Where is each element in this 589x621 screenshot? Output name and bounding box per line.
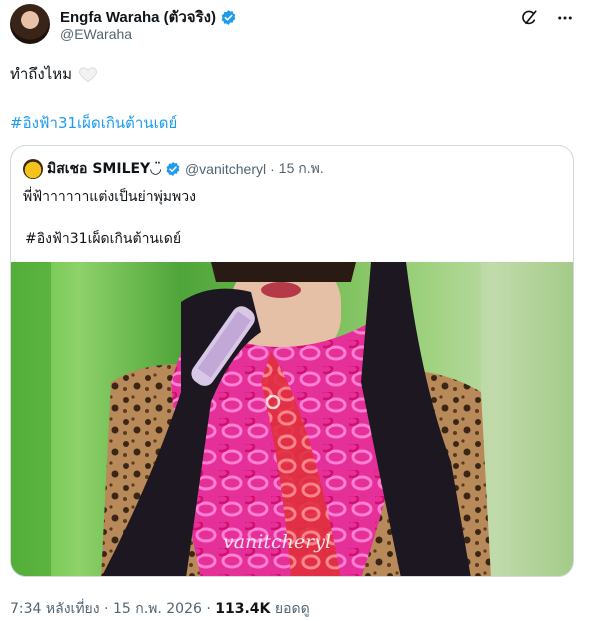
quoted-tweet-header: มิสเชอ SMILEY◡̈ @vanitcheryl · 15 ก.พ.	[23, 158, 324, 180]
verified-badge-icon	[166, 162, 180, 176]
tweet-text-content: ทำถึงไหม	[10, 65, 73, 83]
media-watermark: vanitcheryl	[223, 531, 331, 553]
footer-separator: ·	[206, 601, 211, 617]
author-handle[interactable]: @EWaraha	[60, 26, 132, 42]
quoted-author-avatar[interactable]	[23, 159, 43, 179]
quoted-date[interactable]: 15 ก.พ.	[279, 158, 324, 180]
quoted-media-image[interactable]: vanitcheryl	[11, 262, 573, 577]
grok-icon[interactable]	[519, 8, 539, 28]
more-icon[interactable]	[555, 8, 575, 28]
tweet-hashtag-link[interactable]: #อิงฟ้า31เผ็ดเกินต้านเดย์	[10, 111, 177, 135]
tweet-time[interactable]: 7:34 หลังเที่ยง	[10, 601, 100, 617]
tweet-meta-footer: 7:34 หลังเที่ยง · 15 ก.พ. 2026 · 113.4K …	[10, 598, 310, 620]
quoted-author-handle[interactable]: @vanitcheryl	[185, 161, 266, 177]
quoted-tweet-hashtag[interactable]: #อิงฟ้า31เผ็ดเกินต้านเดย์	[25, 228, 181, 250]
white-heart-icon	[79, 67, 97, 82]
view-count: 113.4K	[215, 601, 271, 617]
view-count-label: ยอดดู	[274, 601, 310, 617]
quoted-tweet-text: พี่ฟ้าาาาาาแต่งเป็นย่าพุ่มพวง	[23, 189, 196, 205]
quoted-separator: ·	[270, 161, 275, 177]
verified-badge-icon	[221, 9, 236, 25]
tweet-actions-top	[519, 8, 575, 28]
tweet-date[interactable]: 15 ก.พ. 2026	[113, 601, 202, 617]
footer-separator: ·	[104, 601, 109, 617]
tweet-text: ทำถึงไหม	[10, 62, 98, 86]
quoted-author-name[interactable]: มิสเชอ SMILEY◡̈	[47, 158, 161, 180]
quoted-tweet-card[interactable]: มิสเชอ SMILEY◡̈ @vanitcheryl · 15 ก.พ. พ…	[10, 145, 574, 577]
author-avatar[interactable]	[10, 4, 50, 44]
